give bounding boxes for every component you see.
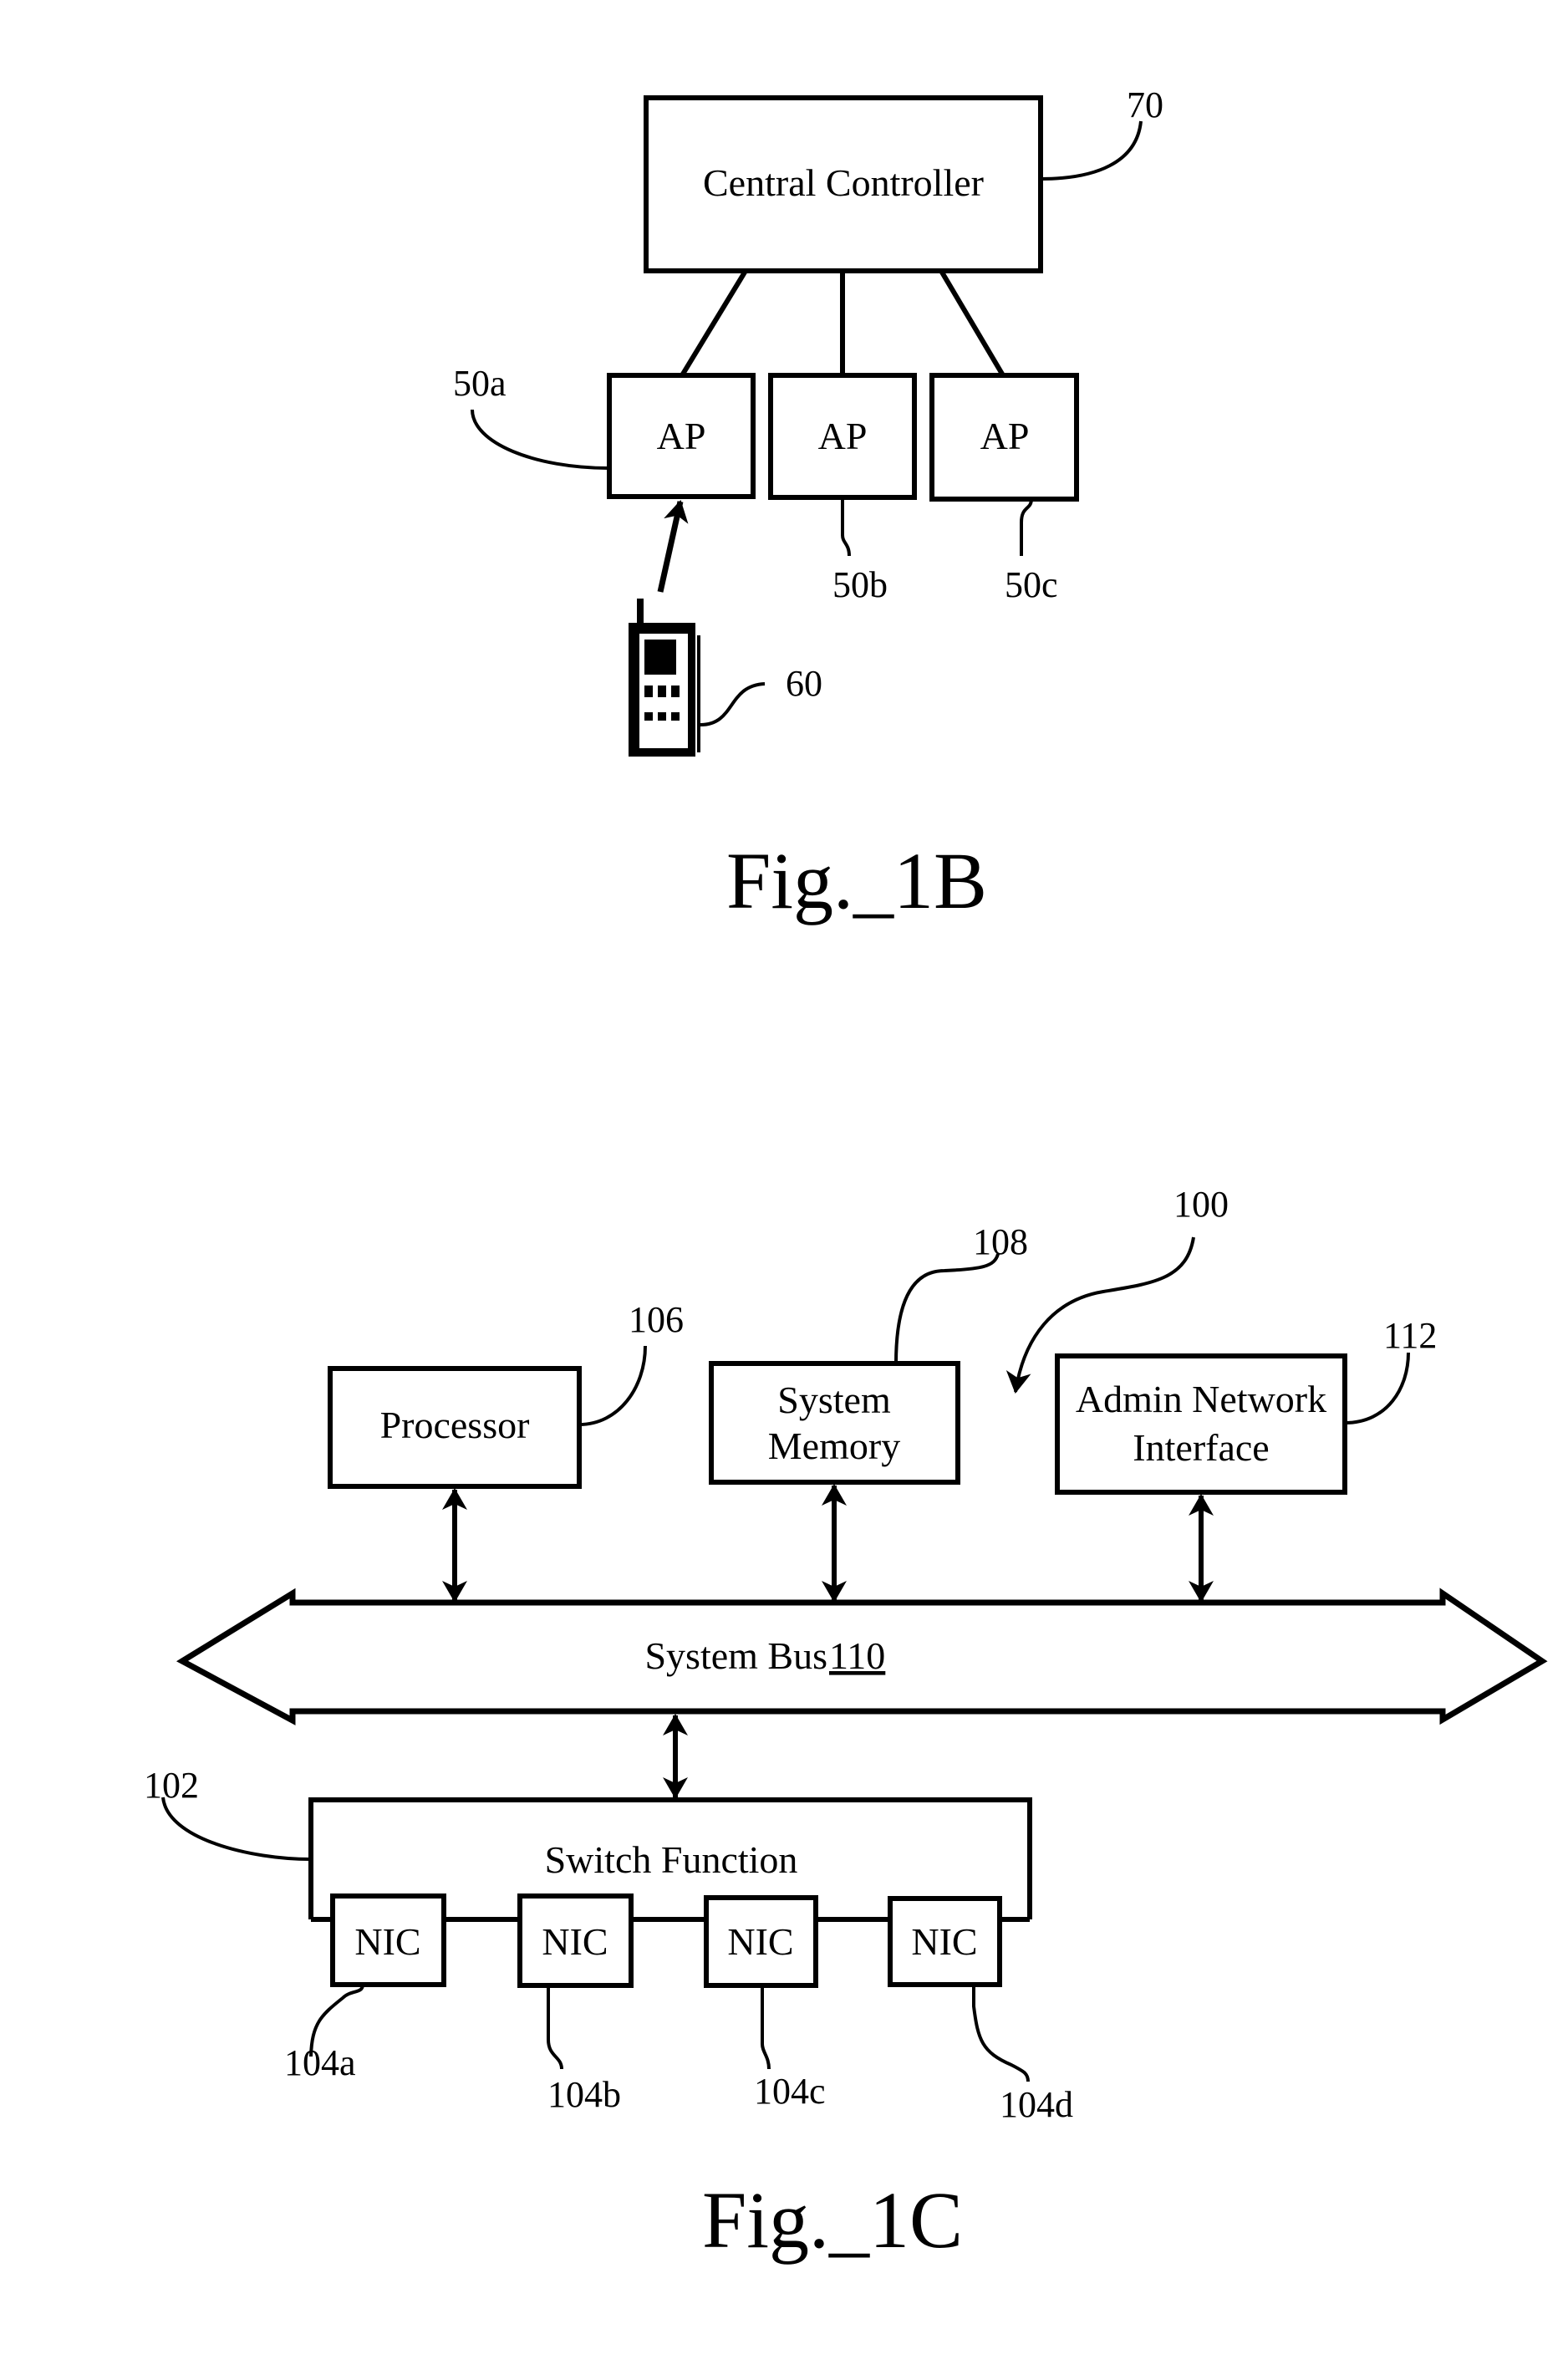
ap-label-b: AP xyxy=(818,415,868,457)
system-bus-label: System Bus xyxy=(644,1634,827,1677)
leader-line-50a xyxy=(471,409,610,470)
nic-d: NIC xyxy=(888,1896,1002,1987)
ref-label-106: 106 xyxy=(629,1299,684,1340)
central-controller-block: Central Controller xyxy=(644,95,1043,273)
ref-label-50c: 50c xyxy=(1005,564,1058,605)
leader-line-104b xyxy=(547,1985,563,2070)
ref-label-104b: 104b xyxy=(547,2074,621,2115)
arrow-phone-to-ap xyxy=(657,500,689,593)
access-point-b: AP xyxy=(768,373,917,500)
processor-block: Processor xyxy=(328,1366,582,1489)
ref-label-70: 70 xyxy=(1127,84,1163,125)
leader-line-50b xyxy=(841,497,851,557)
access-point-a: AP xyxy=(607,373,756,499)
ref-label-100: 100 xyxy=(1173,1184,1229,1225)
leader-line-112 xyxy=(1344,1352,1410,1425)
central-controller-label: Central Controller xyxy=(703,161,984,204)
figure-1c: Processor 106 System Memory 108 100 Admi… xyxy=(144,1184,1548,2265)
switch-function-label: Switch Function xyxy=(545,1838,798,1881)
link-controller-ap-c xyxy=(939,269,1005,377)
nic-label-c: NIC xyxy=(727,1920,793,1963)
nic-label-a: NIC xyxy=(354,1920,420,1963)
ref-label-104d: 104d xyxy=(1000,2084,1073,2125)
nic-c: NIC xyxy=(704,1895,818,1988)
admin-network-interface-block: Admin Network Interface xyxy=(1055,1353,1347,1495)
figure-caption-1c: Fig._1C xyxy=(702,2175,963,2265)
ref-label-102: 102 xyxy=(144,1765,199,1806)
ref-label-50a: 50a xyxy=(453,363,507,404)
nic-label-d: NIC xyxy=(911,1920,977,1963)
processor-label: Processor xyxy=(380,1404,530,1446)
link-controller-ap-a xyxy=(680,269,748,377)
leader-line-70 xyxy=(1040,120,1143,181)
system-memory-block: System Memory xyxy=(709,1361,960,1485)
admin-network-interface-label-line2: Interface xyxy=(1133,1426,1269,1469)
leader-line-102 xyxy=(161,1797,312,1861)
access-point-c: AP xyxy=(929,373,1079,502)
leader-line-108 xyxy=(894,1253,1000,1364)
figure-1b: Central Controller 70 AP AP AP 50a 50b 5… xyxy=(453,84,1163,925)
nic-b: NIC xyxy=(517,1893,634,1988)
mobile-phone-icon xyxy=(629,599,700,757)
leader-line-106 xyxy=(578,1345,647,1426)
ap-label-c: AP xyxy=(980,415,1030,457)
nic-label-b: NIC xyxy=(542,1920,608,1963)
system-memory-label-line1: System xyxy=(777,1379,891,1421)
ref-label-50b: 50b xyxy=(832,564,888,605)
figure-caption-1b: Fig._1B xyxy=(726,836,987,925)
ref-label-104a: 104a xyxy=(284,2042,356,2083)
ref-label-104c: 104c xyxy=(754,2071,826,2112)
leader-line-104d xyxy=(972,1985,1030,2082)
ref-label-108: 108 xyxy=(973,1221,1028,1262)
patent-drawing-sheet: Central Controller 70 AP AP AP 50a 50b 5… xyxy=(144,84,1548,2265)
nic-a: NIC xyxy=(330,1893,446,1987)
leader-line-50c xyxy=(1020,498,1033,556)
leader-line-104c xyxy=(761,1985,771,2070)
system-bus-ref: 110 xyxy=(829,1634,885,1677)
admin-network-interface-label-line1: Admin Network xyxy=(1076,1378,1326,1420)
ref-label-60: 60 xyxy=(786,663,822,704)
system-memory-label-line2: Memory xyxy=(768,1425,900,1467)
admin-network-interface-box xyxy=(1055,1353,1347,1495)
ap-label-a: AP xyxy=(657,415,706,457)
ref-label-112: 112 xyxy=(1383,1315,1437,1356)
leader-line-60 xyxy=(700,682,766,726)
